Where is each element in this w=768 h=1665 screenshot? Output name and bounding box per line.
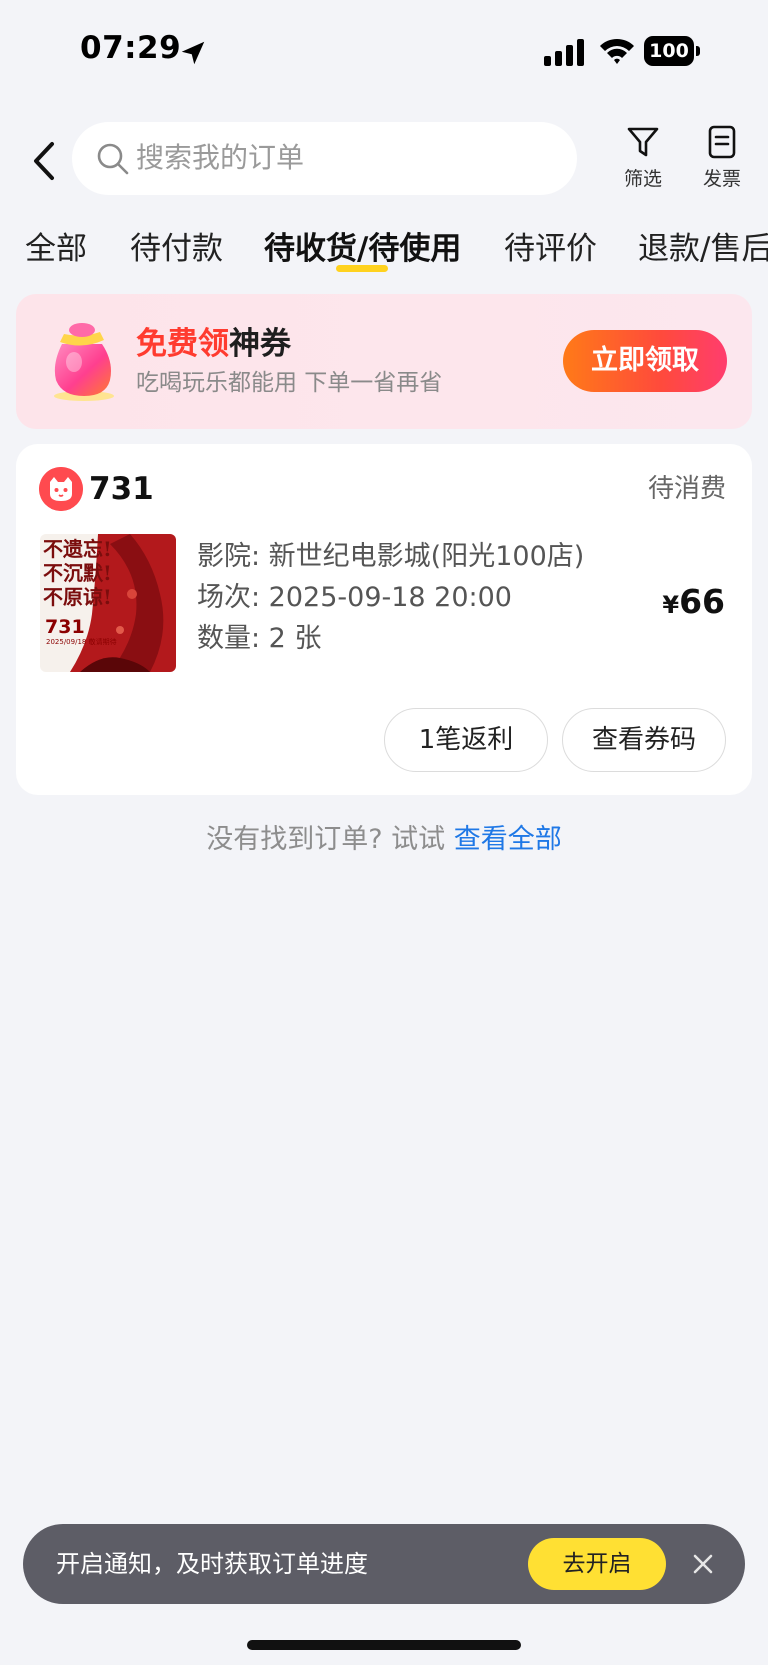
battery-indicator: 100 bbox=[644, 36, 700, 66]
wifi-icon bbox=[600, 38, 634, 64]
filter-button[interactable]: 筛选 bbox=[613, 124, 673, 191]
quantity-info: 数量: 2 张 bbox=[197, 623, 322, 654]
no-order-text: 没有找到订单? 试试 bbox=[206, 824, 454, 855]
battery-tip bbox=[696, 46, 700, 56]
tab-pending-payment[interactable]: 待付款 bbox=[130, 226, 223, 272]
promo-title-highlight: 免费领 bbox=[136, 326, 229, 362]
view-all-link[interactable]: 查看全部 bbox=[454, 824, 562, 855]
invoice-label: 发票 bbox=[702, 168, 741, 190]
active-tab-indicator bbox=[336, 265, 388, 272]
status-bar: 07:29 100 bbox=[0, 0, 768, 104]
cellular-signal-icon bbox=[544, 39, 584, 66]
search-placeholder: 搜索我的订单 bbox=[136, 141, 305, 174]
rebate-button[interactable]: 1笔返利 bbox=[384, 708, 548, 772]
tab-all[interactable]: 全部 bbox=[25, 226, 87, 272]
notification-text: 开启通知，及时获取订单进度 bbox=[56, 1550, 368, 1578]
orders-page: 07:29 100 搜索我的订单 筛选 发票 全部 待付款 待收货/待使用 待评… bbox=[0, 0, 768, 1665]
order-price: ¥66 bbox=[662, 582, 725, 621]
filter-label: 筛选 bbox=[623, 168, 662, 190]
maoyan-cat-logo-icon bbox=[39, 467, 83, 511]
close-icon[interactable] bbox=[689, 1550, 717, 1578]
filter-funnel-icon bbox=[627, 127, 659, 157]
claim-coupon-button[interactable]: 立即领取 bbox=[563, 330, 727, 392]
coupon-promo-banner[interactable]: 免费领神券 吃喝玩乐都能用 下单一省再省 立即领取 bbox=[16, 294, 752, 429]
tab-refund-aftersale[interactable]: 退款/售后 bbox=[638, 226, 768, 272]
gift-bag-icon bbox=[54, 323, 114, 401]
movie-poster-image: 不遗忘! 不沉默! 不原谅! 731 2025/09/18 敬请期待 bbox=[40, 534, 176, 672]
status-time: 07:29 bbox=[80, 30, 182, 66]
location-arrow-icon bbox=[181, 41, 205, 65]
order-status-badge: 待消费 bbox=[647, 474, 726, 504]
back-chevron-icon[interactable] bbox=[26, 138, 62, 184]
poster-line-2: 不沉默! bbox=[43, 561, 112, 585]
tab-pending-review[interactable]: 待评价 bbox=[504, 226, 597, 272]
session-info: 场次: 2025-09-18 20:00 bbox=[197, 582, 512, 613]
promo-subtitle: 吃喝玩乐都能用 下单一省再省 bbox=[136, 370, 443, 396]
no-order-hint: 没有找到订单? 试试 查看全部 bbox=[0, 820, 768, 860]
price-currency: ¥ bbox=[662, 591, 680, 619]
cinema-info: 影院: 新世纪电影城(阳光100店) bbox=[197, 541, 585, 572]
poster-line-1: 不遗忘! bbox=[43, 537, 112, 561]
price-amount: 66 bbox=[679, 582, 725, 621]
poster-title: 731 bbox=[45, 616, 85, 638]
search-input[interactable]: 搜索我的订单 bbox=[72, 122, 577, 195]
battery-level: 100 bbox=[644, 36, 694, 66]
search-icon bbox=[97, 143, 129, 175]
notification-prompt-bar: 开启通知，及时获取订单进度 去开启 bbox=[23, 1524, 745, 1604]
invoice-button[interactable]: 发票 bbox=[692, 124, 752, 191]
order-status-tabs: 全部 待付款 待收货/待使用 待评价 退款/售后 bbox=[0, 226, 768, 286]
home-indicator[interactable] bbox=[247, 1640, 521, 1650]
view-voucher-code-button[interactable]: 查看券码 bbox=[562, 708, 726, 772]
enable-notification-button[interactable]: 去开启 bbox=[528, 1538, 666, 1590]
shop-name: 731 bbox=[89, 471, 154, 507]
order-card[interactable]: 731 待消费 不遗忘! 不沉默! 不原谅! 731 2025/09/18 敬请… bbox=[16, 444, 752, 795]
promo-title-rest: 神券 bbox=[229, 326, 291, 362]
invoice-receipt-icon bbox=[708, 125, 736, 159]
poster-line-3: 不原谅! bbox=[43, 585, 112, 609]
promo-title: 免费领神券 bbox=[136, 324, 291, 364]
poster-date: 2025/09/18 敬请期待 bbox=[46, 638, 117, 646]
